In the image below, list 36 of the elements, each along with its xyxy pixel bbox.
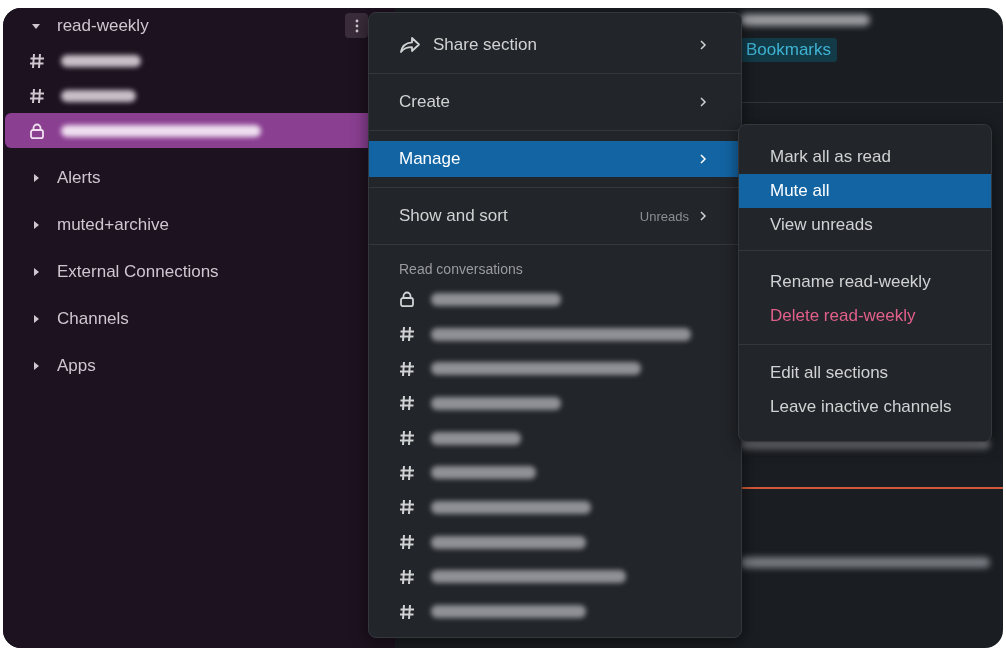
menu-item[interactable]: Show and sort Unreads bbox=[369, 198, 741, 234]
section-label[interactable]: read-weekly bbox=[57, 15, 149, 36]
menu-heading: Read conversations bbox=[398, 260, 524, 279]
lock-icon bbox=[29, 122, 45, 139]
menu-item[interactable]: Rename read-weekly bbox=[739, 265, 991, 299]
section-label[interactable]: muted+archive bbox=[57, 214, 169, 235]
menu-item[interactable]: Mark all as read bbox=[739, 140, 991, 174]
lock-icon bbox=[399, 291, 415, 308]
hash-icon bbox=[29, 52, 45, 69]
hash-icon bbox=[399, 603, 415, 620]
menu-item[interactable]: Manage bbox=[369, 141, 741, 177]
hash-icon bbox=[399, 326, 415, 343]
menu-item[interactable]: Share section bbox=[369, 27, 741, 63]
menu-item[interactable]: Leave inactive channels bbox=[739, 390, 991, 424]
hash-icon bbox=[399, 568, 415, 585]
more-options-button[interactable] bbox=[345, 13, 368, 38]
menu-item[interactable]: Delete read-weekly bbox=[739, 299, 991, 333]
hash-icon bbox=[399, 430, 415, 447]
bookmarks-tab[interactable]: Bookmarks bbox=[740, 38, 838, 62]
section-label[interactable]: Alerts bbox=[57, 167, 101, 188]
menu-item[interactable]: Mute all bbox=[739, 174, 991, 208]
hash-icon bbox=[29, 87, 45, 104]
hash-icon bbox=[399, 360, 415, 377]
hash-icon bbox=[399, 534, 415, 551]
hash-icon bbox=[399, 499, 415, 516]
hash-icon bbox=[399, 464, 415, 481]
menu-item[interactable]: Create bbox=[369, 84, 741, 120]
menu-item[interactable]: Edit all sections bbox=[739, 356, 991, 390]
section-label[interactable]: Channels bbox=[57, 308, 129, 329]
menu-hint: Unreads bbox=[639, 208, 689, 224]
share-arrow-icon bbox=[399, 36, 421, 54]
menu-item[interactable]: View unreads bbox=[739, 208, 991, 242]
section-label[interactable]: External Connections bbox=[57, 261, 219, 282]
hash-icon bbox=[399, 395, 415, 412]
section-label[interactable]: Apps bbox=[57, 355, 96, 376]
kebab-icon bbox=[354, 18, 359, 33]
